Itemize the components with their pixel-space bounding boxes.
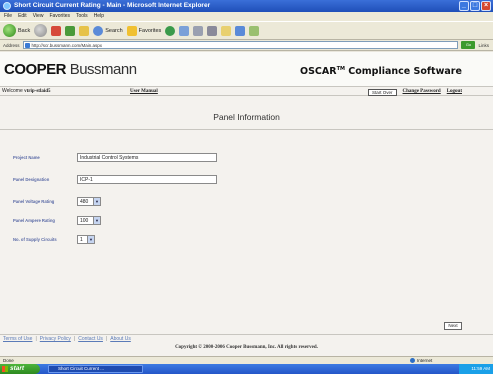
chevron-down-icon[interactable]: ▼ [87,236,94,243]
edit-icon[interactable] [235,25,246,36]
terms-of-use-link[interactable]: Terms of Use [3,336,32,342]
nav-bar: Welcome vtrip-stlaid5 User Manual Start … [0,86,493,96]
menu-favorites[interactable]: Favorites [49,12,70,21]
mail-icon[interactable] [193,25,204,36]
windows-flag-icon [2,366,8,372]
privacy-policy-link[interactable]: Privacy Policy [40,336,71,342]
panel-voltage-row: Panel Voltage Rating 480 ▼ [13,197,101,206]
maximize-icon[interactable]: □ [470,1,480,11]
next-button[interactable]: Next [444,322,462,330]
system-tray: 11:59 AM [459,364,493,374]
menu-bar: File Edit View Favorites Tools Help [0,12,493,21]
ie-icon [3,2,11,10]
separator: | [105,336,108,342]
links-label[interactable]: Links [478,43,493,48]
menu-tools[interactable]: Tools [76,12,88,21]
status-text: Done [3,358,14,363]
menu-help[interactable]: Help [94,12,104,21]
copyright-text: Copyright © 2000-2006 Cooper Bussmann, I… [175,345,318,350]
chevron-down-icon[interactable]: ▼ [93,198,100,205]
separator: | [35,336,37,342]
star-icon [126,25,137,36]
panel-ampere-row: Panel Ampere Rating 100 ▼ [13,216,101,225]
back-button[interactable]: Back [3,24,30,37]
panel-ampere-select[interactable]: 100 ▼ [77,216,101,225]
supply-circuits-select[interactable]: 1 ▼ [77,235,95,244]
start-button[interactable]: start [0,364,40,374]
taskbar: start Short Circuit Current ... 11:59 AM [0,364,493,374]
contact-us-link[interactable]: Contact Us [78,336,103,342]
panel-voltage-select[interactable]: 480 ▼ [77,197,101,206]
nav-actions: Start Over Change Password Logout [368,87,462,96]
window-title: Short Circuit Current Rating - Main - Mi… [14,2,211,9]
cooper-bussmann-logo[interactable]: COOPER Bussmann [4,62,137,78]
project-name-input[interactable]: Industrial Control Systems [77,153,217,162]
go-button[interactable]: Go [461,41,476,49]
history-icon[interactable] [179,25,190,36]
panel-voltage-label: Panel Voltage Rating [13,199,55,204]
panel-designation-input[interactable]: ICP-1 [77,175,217,184]
project-name-row: Project Name Industrial Control Systems [13,153,217,162]
window-controls: _ □ × [459,1,491,11]
divider [0,129,493,130]
toolbar: Back Search Favorites [0,21,493,40]
user-manual-link[interactable]: User Manual [130,87,158,96]
stop-icon[interactable] [51,25,62,36]
panel-designation-label: Panel Designation [13,177,50,182]
status-bar: Done Internet [0,356,493,364]
search-icon [93,25,104,36]
about-us-link[interactable]: About Us [110,336,131,342]
menu-file[interactable]: File [4,12,12,21]
forward-arrow-icon[interactable] [34,24,48,37]
panel-ampere-label: Panel Ampere Rating [13,218,55,223]
zone-indicator: Internet [410,357,432,364]
product-title: OSCARTM Compliance Software [300,66,462,78]
supply-circuits-row: No. of Supply Circuits 1 ▼ [13,235,95,244]
panel-designation-row: Panel Designation ICP-1 [13,175,217,184]
search-button[interactable]: Search [93,25,123,36]
address-input[interactable]: http://scr.bussmann.com/Main.aspx [22,41,459,49]
refresh-icon[interactable] [65,25,76,36]
home-icon[interactable] [79,25,90,36]
page-title: Panel Information [213,112,280,122]
address-bar: Address http://scr.bussmann.com/Main.asp… [0,40,493,51]
address-label: Address [3,42,20,48]
footer-divider [0,334,493,335]
start-over-button[interactable]: Start Over [368,88,397,96]
menu-view[interactable]: View [33,12,44,21]
page-icon [24,43,30,48]
footer-links: Terms of Use | Privacy Policy | Contact … [3,336,131,342]
media-icon[interactable] [165,25,176,36]
browser-window: Short Circuit Current Rating - Main - Mi… [0,0,493,374]
print-icon[interactable] [207,25,218,36]
page-content: COOPER Bussmann OSCARTM Compliance Softw… [0,52,493,356]
menu-edit[interactable]: Edit [18,12,27,21]
messenger-icon[interactable] [249,25,260,36]
separator: | [73,336,76,342]
supply-circuits-label: No. of Supply Circuits [13,237,57,242]
close-icon[interactable]: × [481,1,491,11]
folder-icon[interactable] [221,25,232,36]
clock: 11:59 AM [471,366,490,371]
change-password-link[interactable]: Change Password [403,87,441,96]
taskbar-item-ie[interactable]: Short Circuit Current ... [48,365,143,373]
logout-link[interactable]: Logout [447,87,462,96]
globe-icon [410,358,415,364]
welcome-text: Welcome vtrip-stlaid5 [2,88,51,94]
back-arrow-icon [3,24,16,37]
minimize-icon[interactable]: _ [459,1,469,11]
site-header: COOPER Bussmann OSCARTM Compliance Softw… [0,52,493,86]
chevron-down-icon[interactable]: ▼ [93,217,100,224]
project-name-label: Project Name [13,155,40,160]
title-bar: Short Circuit Current Rating - Main - Mi… [0,0,493,12]
favorites-button[interactable]: Favorites [126,25,161,36]
